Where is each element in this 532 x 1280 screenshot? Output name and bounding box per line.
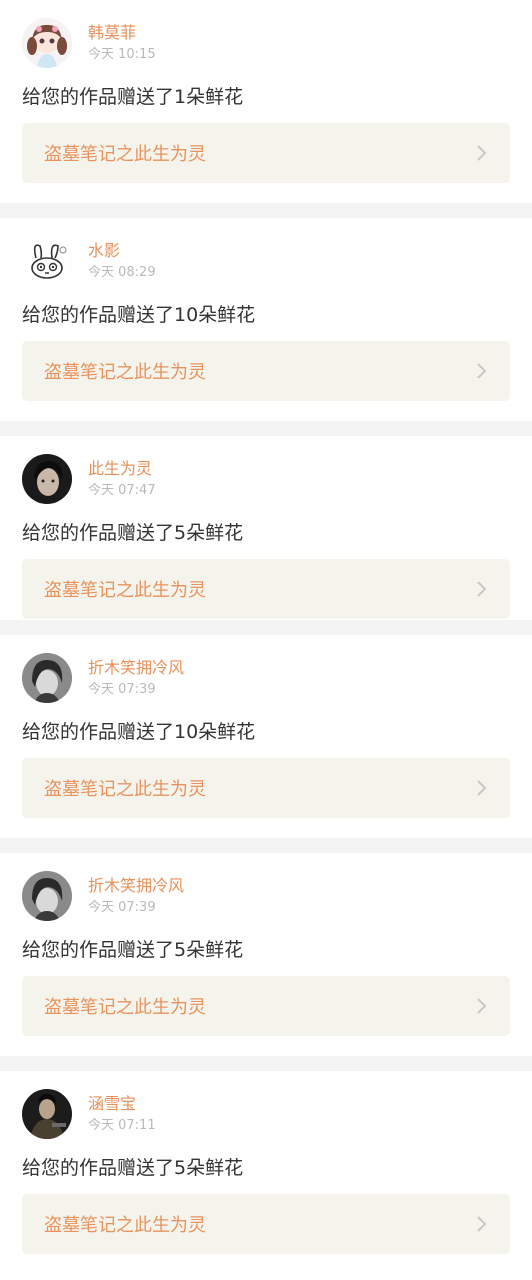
work-link[interactable]: 盗墓笔记之此生为灵 xyxy=(22,758,510,818)
avatar[interactable] xyxy=(22,18,72,68)
work-title: 盗墓笔记之此生为灵 xyxy=(44,144,206,165)
user-meta: 折木笑拥冷风 今天 07:39 xyxy=(88,657,184,700)
list-item: 此生为灵 今天 07:47 给您的作品赠送了5朵鲜花 盗墓笔记之此生为灵 xyxy=(0,436,532,620)
gift-message: 给您的作品赠送了1朵鲜花 xyxy=(22,86,244,108)
username[interactable]: 韩莫菲 xyxy=(88,22,156,44)
work-link[interactable]: 盗墓笔记之此生为灵 xyxy=(22,559,510,619)
username[interactable]: 涵雪宝 xyxy=(88,1093,156,1115)
gift-notification-list: 韩莫菲 今天 10:15 给您的作品赠送了1朵鲜花 盗墓笔记之此生为灵 水影 今… xyxy=(0,0,532,1280)
item-header: 折木笑拥冷风 今天 07:39 xyxy=(22,652,510,704)
chevron-right-icon xyxy=(477,780,487,796)
chevron-right-icon xyxy=(477,363,487,379)
list-item: 折木笑拥冷风 今天 07:39 给您的作品赠送了5朵鲜花 盗墓笔记之此生为灵 xyxy=(0,853,532,1056)
username[interactable]: 此生为灵 xyxy=(88,458,156,480)
list-item: 折木笑拥冷风 今天 07:39 给您的作品赠送了10朵鲜花 盗墓笔记之此生为灵 xyxy=(0,635,532,838)
timestamp: 今天 08:29 xyxy=(88,264,156,280)
chevron-right-icon xyxy=(477,581,487,597)
avatar[interactable] xyxy=(22,454,72,504)
list-item: 韩莫菲 今天 10:15 给您的作品赠送了1朵鲜花 盗墓笔记之此生为灵 xyxy=(0,0,532,203)
list-item: 水影 今天 08:29 给您的作品赠送了10朵鲜花 盗墓笔记之此生为灵 xyxy=(0,218,532,421)
user-meta: 水影 今天 08:29 xyxy=(88,240,156,283)
user-meta: 折木笑拥冷风 今天 07:39 xyxy=(88,875,184,918)
avatar[interactable] xyxy=(22,236,72,286)
username[interactable]: 水影 xyxy=(88,240,156,262)
chevron-right-icon xyxy=(477,1216,487,1232)
timestamp: 今天 07:11 xyxy=(88,1117,156,1133)
work-link[interactable]: 盗墓笔记之此生为灵 xyxy=(22,976,510,1036)
username[interactable]: 折木笑拥冷风 xyxy=(88,875,184,897)
timestamp: 今天 10:15 xyxy=(88,46,156,62)
gift-message: 给您的作品赠送了5朵鲜花 xyxy=(22,522,244,544)
list-item: 涵雪宝 今天 07:11 给您的作品赠送了5朵鲜花 盗墓笔记之此生为灵 xyxy=(0,1071,532,1280)
timestamp: 今天 07:47 xyxy=(88,482,156,498)
gift-message: 给您的作品赠送了5朵鲜花 xyxy=(22,939,244,961)
item-header: 水影 今天 08:29 xyxy=(22,235,510,287)
work-title: 盗墓笔记之此生为灵 xyxy=(44,997,206,1018)
work-link[interactable]: 盗墓笔记之此生为灵 xyxy=(22,123,510,183)
username[interactable]: 折木笑拥冷风 xyxy=(88,657,184,679)
gift-message: 给您的作品赠送了10朵鲜花 xyxy=(22,304,256,326)
avatar[interactable] xyxy=(22,1089,72,1139)
work-title: 盗墓笔记之此生为灵 xyxy=(44,362,206,383)
gift-message: 给您的作品赠送了10朵鲜花 xyxy=(22,721,256,743)
avatar[interactable] xyxy=(22,871,72,921)
item-header: 韩莫菲 今天 10:15 xyxy=(22,17,510,69)
chevron-right-icon xyxy=(477,998,487,1014)
work-link[interactable]: 盗墓笔记之此生为灵 xyxy=(22,341,510,401)
user-meta: 此生为灵 今天 07:47 xyxy=(88,458,156,501)
work-title: 盗墓笔记之此生为灵 xyxy=(44,580,206,601)
timestamp: 今天 07:39 xyxy=(88,681,156,697)
avatar[interactable] xyxy=(22,653,72,703)
item-header: 此生为灵 今天 07:47 xyxy=(22,453,510,505)
user-meta: 涵雪宝 今天 07:11 xyxy=(88,1093,156,1136)
item-header: 折木笑拥冷风 今天 07:39 xyxy=(22,870,510,922)
gift-message: 给您的作品赠送了5朵鲜花 xyxy=(22,1157,244,1179)
chevron-right-icon xyxy=(477,145,487,161)
item-header: 涵雪宝 今天 07:11 xyxy=(22,1088,510,1140)
user-meta: 韩莫菲 今天 10:15 xyxy=(88,22,156,65)
work-title: 盗墓笔记之此生为灵 xyxy=(44,779,206,800)
work-link[interactable]: 盗墓笔记之此生为灵 xyxy=(22,1194,510,1254)
timestamp: 今天 07:39 xyxy=(88,899,156,915)
work-title: 盗墓笔记之此生为灵 xyxy=(44,1215,206,1236)
